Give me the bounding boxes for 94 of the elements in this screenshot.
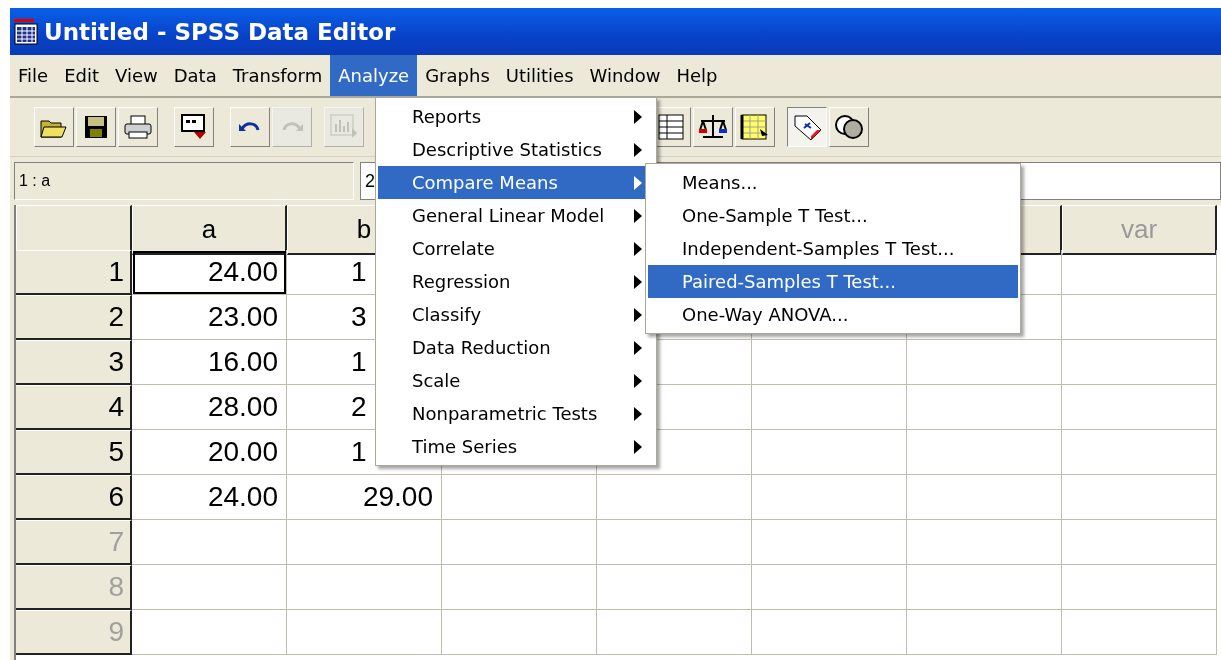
submenu-arrow-icon <box>634 439 642 454</box>
table-cell[interactable] <box>907 475 1062 520</box>
menu-item[interactable]: Graphs <box>417 55 498 96</box>
table-cell[interactable] <box>907 385 1062 430</box>
table-cell[interactable] <box>752 385 907 430</box>
overlapping-circles-icon <box>834 113 864 141</box>
printer-icon <box>124 115 152 139</box>
table-cell[interactable] <box>907 610 1062 655</box>
table-cell[interactable] <box>1062 565 1217 610</box>
table-cell[interactable] <box>752 520 907 565</box>
menu-option[interactable]: Paired-Samples T Test... <box>648 265 1018 298</box>
submenu-arrow-icon <box>634 406 642 421</box>
table-cell[interactable] <box>442 520 597 565</box>
table-cell[interactable] <box>752 430 907 475</box>
menu-option-label: Compare Means <box>412 172 558 193</box>
table-cell[interactable] <box>907 520 1062 565</box>
menu-option[interactable]: Descriptive Statistics <box>378 133 654 166</box>
table-cell[interactable] <box>907 340 1062 385</box>
app-icon <box>14 18 38 45</box>
table-cell[interactable] <box>597 520 752 565</box>
menu-item[interactable]: Window <box>581 55 669 96</box>
table-cell[interactable] <box>752 565 907 610</box>
table-cell[interactable] <box>597 565 752 610</box>
table-cell[interactable] <box>752 475 907 520</box>
submenu-arrow-icon <box>634 142 642 157</box>
table-cell[interactable]: 24.00 <box>132 250 287 295</box>
redo-icon <box>281 122 303 132</box>
submenu-arrow-icon <box>634 340 642 355</box>
toolbar-button[interactable] <box>787 107 827 147</box>
row-number[interactable]: 1 <box>16 250 132 295</box>
menu-item[interactable]: View <box>107 55 166 96</box>
row-number[interactable]: 5 <box>16 430 132 475</box>
table-cell[interactable] <box>1062 295 1217 340</box>
table-cell[interactable] <box>1062 520 1217 565</box>
table-cell[interactable] <box>132 520 287 565</box>
window-title: Untitled - SPSS Data Editor <box>44 18 396 45</box>
menu-item[interactable]: File <box>10 55 57 96</box>
undo-icon <box>239 122 261 132</box>
menu-option-label: Reports <box>412 106 482 127</box>
table-cell[interactable]: 20.00 <box>132 430 287 475</box>
submenu-arrow-icon <box>634 274 642 289</box>
table-cell[interactable] <box>1062 610 1217 655</box>
menu-option[interactable]: Independent-Samples T Test... <box>648 232 1018 265</box>
table-cell[interactable]: 23.00 <box>132 295 287 340</box>
menu-item[interactable]: Analyze <box>330 55 418 96</box>
table-cell[interactable]: 24.00 <box>132 475 287 520</box>
submenu-arrow-icon <box>634 241 642 256</box>
column-header[interactable]: a <box>132 205 287 255</box>
menu-item[interactable]: Transform <box>224 55 331 96</box>
menu-item[interactable]: Data <box>165 55 225 96</box>
table-cell[interactable]: 16.00 <box>132 340 287 385</box>
submenu-arrow-icon <box>634 307 642 322</box>
row-number[interactable]: 3 <box>16 340 132 385</box>
menu-item[interactable]: Help <box>668 55 726 96</box>
row-number[interactable]: 4 <box>16 385 132 430</box>
table-cell[interactable] <box>442 565 597 610</box>
table-cell[interactable] <box>1062 430 1217 475</box>
balance-scale-icon <box>698 113 728 141</box>
menu-option[interactable]: One-Way ANOVA... <box>648 298 1018 331</box>
menu-item[interactable]: Edit <box>56 55 107 96</box>
table-cell[interactable] <box>287 520 442 565</box>
table-cell[interactable] <box>597 475 752 520</box>
table-cell[interactable] <box>1062 340 1217 385</box>
submenu-arrow-icon <box>634 373 642 388</box>
menu-item[interactable]: Utilities <box>497 55 582 96</box>
table-cell[interactable] <box>752 610 907 655</box>
row-number[interactable]: 2 <box>16 295 132 340</box>
submenu-arrow-icon <box>634 175 642 190</box>
table-cell[interactable] <box>442 610 597 655</box>
cell-name-field: 1 : a <box>14 162 354 200</box>
dialog-recall-icon <box>180 113 208 141</box>
table-cell[interactable] <box>287 610 442 655</box>
table-cell[interactable] <box>907 430 1062 475</box>
row-number[interactable]: 6 <box>16 475 132 520</box>
chart-icon <box>330 114 358 140</box>
table-cell[interactable] <box>287 565 442 610</box>
menu-option-label: Descriptive Statistics <box>412 139 602 160</box>
menu-option[interactable]: Reports <box>378 100 654 133</box>
insert-cases-icon <box>740 113 770 141</box>
tag-icon <box>791 112 823 142</box>
table-cell[interactable]: 29.00 <box>287 475 442 520</box>
table-cell[interactable] <box>597 610 752 655</box>
menu-option[interactable]: One-Sample T Test... <box>648 199 1018 232</box>
table-cell[interactable] <box>1062 385 1217 430</box>
table-cell[interactable] <box>132 610 287 655</box>
table-cell[interactable] <box>907 565 1062 610</box>
table-cell[interactable] <box>752 340 907 385</box>
table-cell[interactable]: 28.00 <box>132 385 287 430</box>
table-cell[interactable] <box>442 475 597 520</box>
table-cell[interactable] <box>132 565 287 610</box>
submenu-arrow-icon <box>634 208 642 223</box>
table-cell[interactable] <box>1062 250 1217 295</box>
table-cell[interactable] <box>1062 475 1217 520</box>
submenu-arrow-icon <box>634 109 642 124</box>
